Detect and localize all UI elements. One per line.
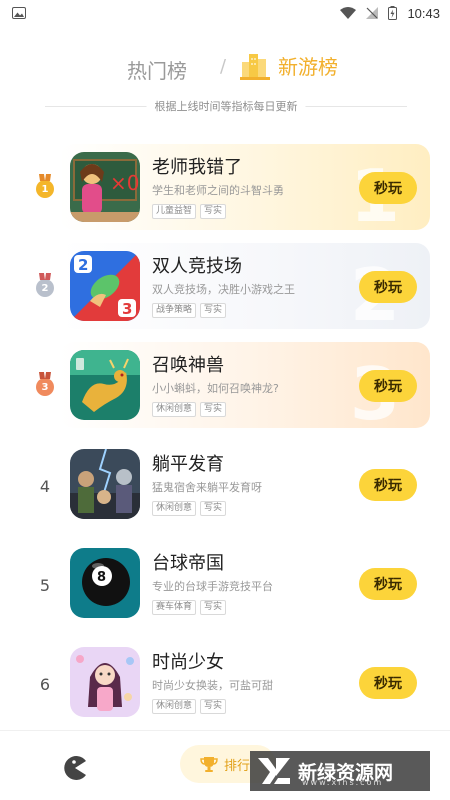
tag: 休闲创意 bbox=[152, 699, 197, 714]
svg-text:3: 3 bbox=[122, 300, 132, 318]
watermark: 新绿资源网 www.xlhs.com bbox=[250, 751, 430, 791]
list-item[interactable]: 3 3 召唤神兽 小小蝌蚪，如何召唤神龙? 休闲创意 写实 秒玩 bbox=[0, 338, 450, 436]
game-icon-lie-flat[interactable] bbox=[70, 449, 140, 519]
nav-ranking-label: 排行 bbox=[224, 758, 251, 774]
tag: 写实 bbox=[200, 402, 227, 417]
game-description: 小小蝌蚪，如何召唤神龙? bbox=[152, 382, 279, 395]
svg-text:×0: ×0 bbox=[110, 171, 139, 195]
game-tags: 儿童益智 写实 bbox=[152, 204, 227, 219]
rank-medal-silver: 2 bbox=[30, 273, 60, 303]
battery-charging-icon bbox=[388, 6, 398, 20]
tag: 写实 bbox=[200, 303, 227, 318]
list-item[interactable]: 6 时尚少女 时尚少女换装，可盐可甜 休闲创意 写实 秒玩 bbox=[0, 635, 450, 725]
game-title: 躺平发育 bbox=[152, 454, 224, 475]
list-item[interactable]: 2 2 2 3 双人竞技场 双人竞技场，决胜小游戏之王 战争策略 写实 bbox=[0, 239, 450, 337]
game-tags: 战争策略 写实 bbox=[152, 303, 227, 318]
tab-new[interactable]: 新游榜 bbox=[240, 50, 338, 80]
logo-icon bbox=[258, 758, 290, 784]
game-icon-fashion-girl[interactable] bbox=[70, 647, 140, 717]
buildings-icon bbox=[240, 54, 270, 80]
no-signal-icon bbox=[366, 7, 379, 19]
game-tags: 赛车体育 写实 bbox=[152, 600, 227, 615]
rank-number: 4 bbox=[30, 471, 60, 501]
game-icon-teacher[interactable]: ×0 bbox=[70, 152, 140, 222]
game-description: 专业的台球手游竞技平台 bbox=[152, 580, 273, 593]
watermark-subtext: www.xlhs.com bbox=[302, 778, 384, 787]
list-item[interactable]: 1 1 ×0 老师我错了 学生和老师之间的斗智斗勇 儿童益智 写实 秒玩 bbox=[0, 140, 450, 238]
tab-separator: / bbox=[220, 56, 227, 77]
game-title: 时尚少女 bbox=[152, 652, 224, 673]
rank-number: 5 bbox=[30, 570, 60, 600]
play-button[interactable]: 秒玩 bbox=[359, 370, 417, 402]
game-description: 双人竞技场，决胜小游戏之王 bbox=[152, 283, 295, 296]
game-title: 双人竞技场 bbox=[152, 256, 242, 277]
rank-medal-bronze: 3 bbox=[30, 372, 60, 402]
svg-text:8: 8 bbox=[97, 570, 106, 585]
medal-number: 3 bbox=[41, 381, 49, 393]
rank-label: 5 bbox=[39, 575, 51, 595]
svg-text:2: 2 bbox=[78, 256, 88, 274]
tag: 儿童益智 bbox=[152, 204, 197, 219]
tag: 写实 bbox=[200, 699, 227, 714]
play-button[interactable]: 秒玩 bbox=[359, 469, 417, 501]
game-icon-dragon[interactable] bbox=[70, 350, 140, 420]
trophy-icon bbox=[200, 757, 218, 772]
game-icon-billiards[interactable]: 8 bbox=[70, 548, 140, 618]
medal-number: 1 bbox=[41, 183, 49, 195]
wifi-icon bbox=[340, 7, 357, 19]
ranking-tabs: 热门榜 / 新游榜 bbox=[0, 48, 450, 88]
tab-new-label: 新游榜 bbox=[278, 54, 338, 79]
game-tags: 休闲创意 写实 bbox=[152, 501, 227, 516]
play-button[interactable]: 秒玩 bbox=[359, 271, 417, 303]
tag: 写实 bbox=[200, 204, 227, 219]
rank-label: 4 bbox=[39, 476, 51, 496]
game-title: 老师我错了 bbox=[152, 157, 242, 178]
game-title: 台球帝国 bbox=[152, 553, 224, 574]
update-note: 根据上线时间等指标每日更新 bbox=[45, 96, 407, 116]
medal-number: 2 bbox=[41, 282, 49, 294]
play-button[interactable]: 秒玩 bbox=[359, 568, 417, 600]
rank-medal-gold: 1 bbox=[30, 174, 60, 204]
bronze-medal-icon: 3 bbox=[36, 372, 54, 396]
rank-label: 6 bbox=[39, 674, 51, 694]
game-description: 时尚少女换装，可盐可甜 bbox=[152, 679, 273, 692]
game-title: 召唤神兽 bbox=[152, 355, 224, 376]
tag: 赛车体育 bbox=[152, 600, 197, 615]
list-item[interactable]: 5 8 台球帝国 专业的台球手游竞技平台 赛车体育 写实 秒玩 bbox=[0, 536, 450, 626]
tag: 战争策略 bbox=[152, 303, 197, 318]
gold-medal-icon: 1 bbox=[36, 174, 54, 198]
silver-medal-icon: 2 bbox=[36, 273, 54, 297]
game-description: 学生和老师之间的斗智斗勇 bbox=[152, 184, 284, 197]
tag: 休闲创意 bbox=[152, 402, 197, 417]
update-note-text: 根据上线时间等指标每日更新 bbox=[146, 98, 306, 114]
tab-hot[interactable]: 热门榜 bbox=[127, 55, 187, 84]
game-tags: 休闲创意 写实 bbox=[152, 699, 227, 714]
tag: 休闲创意 bbox=[152, 501, 197, 516]
status-time: 10:43 bbox=[407, 5, 440, 21]
list-item[interactable]: 4 躺平发育 猛鬼宿舍来躺平发育呀 休闲创意 写实 秒玩 bbox=[0, 437, 450, 527]
game-tags: 休闲创意 写实 bbox=[152, 402, 227, 417]
play-button[interactable]: 秒玩 bbox=[359, 172, 417, 204]
tag: 写实 bbox=[200, 600, 227, 615]
play-button[interactable]: 秒玩 bbox=[359, 667, 417, 699]
rank-number: 6 bbox=[30, 669, 60, 699]
status-bar: 10:43 bbox=[0, 0, 450, 26]
image-icon bbox=[12, 7, 26, 19]
pacman-icon[interactable] bbox=[62, 755, 88, 781]
game-description: 猛鬼宿舍来躺平发育呀 bbox=[152, 481, 262, 494]
tag: 写实 bbox=[200, 501, 227, 516]
game-icon-arena[interactable]: 2 3 bbox=[70, 251, 140, 321]
